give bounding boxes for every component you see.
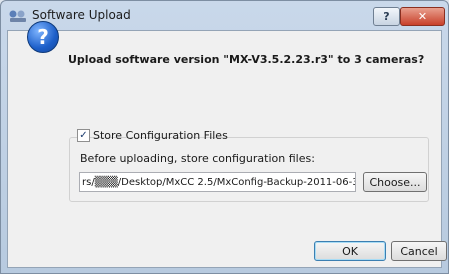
path-label: Before uploading, store configuration fi… bbox=[80, 152, 315, 165]
choose-button[interactable]: Choose... bbox=[363, 172, 427, 192]
close-icon: ✕ bbox=[417, 10, 428, 23]
store-config-checkbox[interactable]: ✓ bbox=[77, 129, 90, 142]
dialog-window: Software Upload ? ✕ ? Upload software ve… bbox=[0, 0, 449, 274]
help-button[interactable]: ? bbox=[373, 7, 400, 26]
camera-network-icon bbox=[9, 10, 26, 22]
ok-button[interactable]: OK bbox=[314, 241, 386, 261]
title-bar[interactable]: Software Upload ? ✕ bbox=[1, 1, 448, 30]
cancel-button[interactable]: Cancel bbox=[391, 241, 447, 261]
window-title: Software Upload bbox=[32, 8, 131, 22]
question-icon: ? bbox=[27, 21, 59, 53]
confirmation-message: Upload software version "MX-V3.5.2.23.r3… bbox=[68, 53, 425, 66]
close-button[interactable]: ✕ bbox=[400, 7, 445, 26]
store-config-label[interactable]: Store Configuration Files bbox=[93, 129, 228, 142]
config-path-input[interactable]: rs/▒▒▒/Desktop/MxCC 2.5/MxConfig-Backup-… bbox=[79, 172, 356, 192]
